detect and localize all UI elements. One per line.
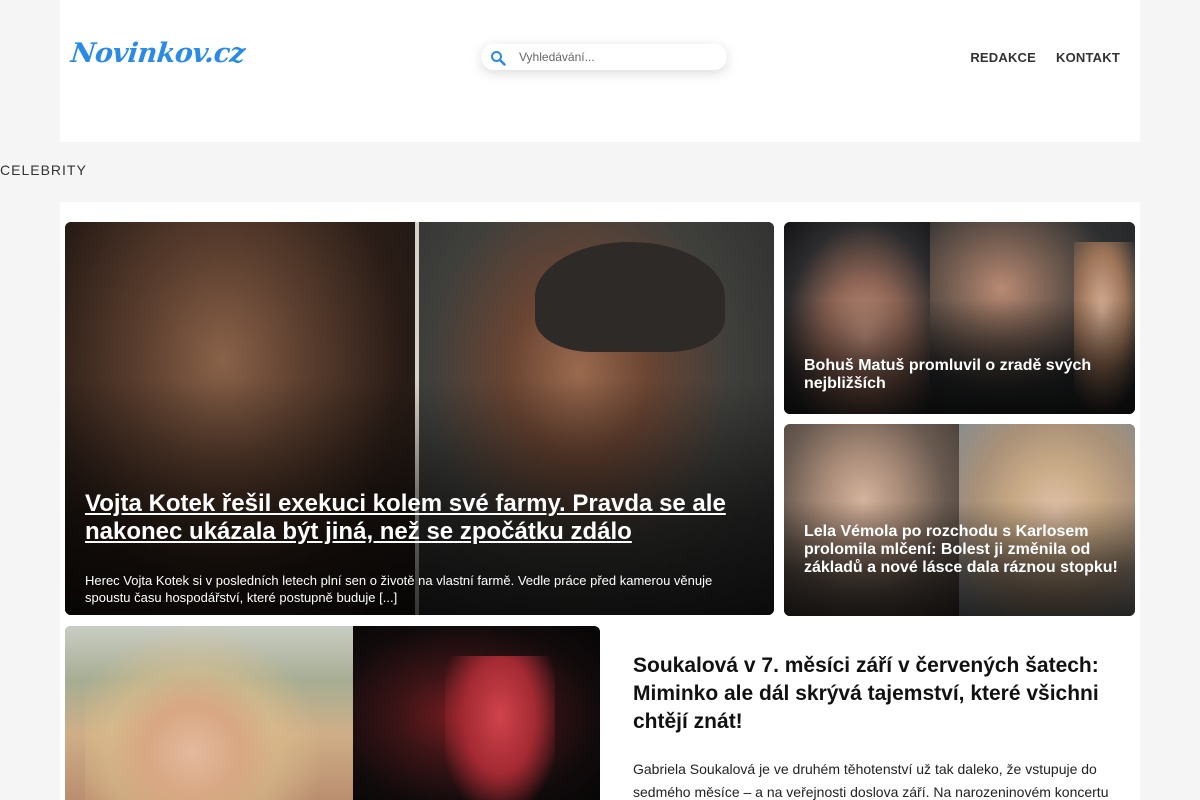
site-header: Novinkov.cz REDAKCE KONTAKT (60, 0, 1140, 142)
featured-article-card[interactable]: Vojta Kotek řešil exekuci kolem své farm… (65, 222, 774, 615)
search-box[interactable] (481, 44, 727, 70)
side-article-title[interactable]: Bohuš Matuš promluvil o zradě svých nejb… (804, 357, 1124, 393)
featured-article-title[interactable]: Vojta Kotek řešil exekuci kolem své farm… (85, 490, 765, 546)
site-logo[interactable]: Novinkov.cz (69, 38, 246, 69)
image-overlay (65, 222, 774, 615)
nav-kontakt[interactable]: KONTAKT (1056, 50, 1120, 65)
article-excerpt: Gabriela Soukalová je ve druhém těhotens… (633, 761, 1109, 800)
category-title: CELEBRITY (0, 162, 87, 178)
search-input[interactable] (519, 48, 719, 66)
nav-redakce[interactable]: REDAKCE (970, 50, 1036, 65)
content-area: Vojta Kotek řešil exekuci kolem své farm… (60, 202, 1140, 800)
article-photo-left-detail (85, 626, 325, 800)
category-bar: CELEBRITY (0, 142, 1200, 202)
featured-article-excerpt: Herec Vojta Kotek si v posledních letech… (85, 573, 713, 605)
search-icon[interactable] (490, 50, 506, 66)
article-title[interactable]: Soukalová v 7. měsíci září v červených š… (633, 652, 1133, 736)
article-image[interactable] (65, 626, 600, 800)
side-article-title[interactable]: Lela Vémola po rozchodu s Karlosem prolo… (804, 523, 1124, 577)
main-nav: REDAKCE KONTAKT (970, 50, 1120, 65)
side-article-card[interactable]: Bohuš Matuš promluvil o zradě svých nejb… (784, 222, 1135, 414)
article-photo-right-detail (445, 656, 555, 800)
image-overlay (784, 424, 1135, 616)
article-teaser: Soukalová v 7. měsíci září v červených š… (633, 652, 1133, 800)
side-article-card[interactable]: Lela Vémola po rozchodu s Karlosem prolo… (784, 424, 1135, 616)
